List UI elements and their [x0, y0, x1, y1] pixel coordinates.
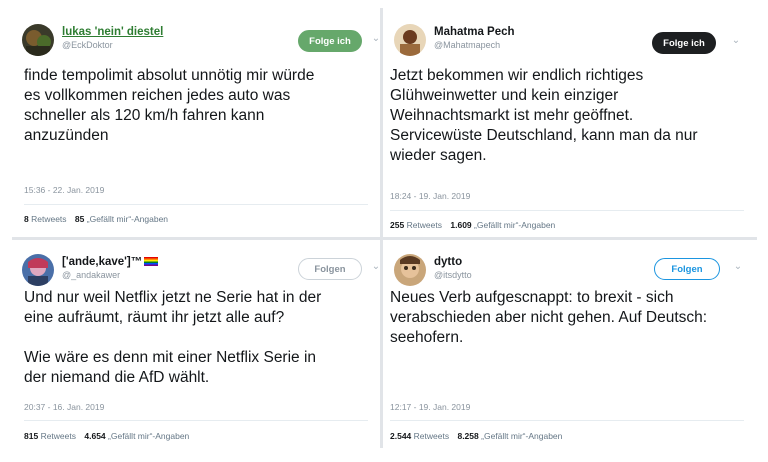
retweet-count[interactable]: 255 [390, 220, 404, 230]
tweet-card-4: dytto @itsdytto Folgen ⌄ Neues Verb aufg… [384, 244, 760, 454]
like-count[interactable]: 8.258 [457, 431, 478, 441]
like-count[interactable]: 1.609 [450, 220, 471, 230]
follow-button[interactable]: Folge ich [652, 32, 716, 54]
tweet-stats: 815 Retweets 4.654 „Gefällt mir“-Angaben [24, 431, 189, 441]
chevron-down-icon[interactable]: ⌄ [370, 33, 378, 45]
divider [390, 420, 744, 421]
tweet-timestamp[interactable]: 20:37 - 16. Jan. 2019 [24, 402, 104, 412]
tweet-card-3: ['ande,kave']™ @_andakawer Folgen ⌄ Und … [12, 244, 378, 454]
tweet-stats: 2.544 Retweets 8.258 „Gefällt mir“-Angab… [390, 431, 562, 441]
tweet-stats: 255 Retweets 1.609 „Gefällt mir“-Angaben [390, 220, 555, 230]
like-label: „Gefällt mir“-Angaben [474, 220, 556, 230]
tweet-text: finde tempolimit absolut unnötig mir wür… [24, 67, 315, 144]
vertical-divider [380, 8, 383, 448]
tweet-text: Neues Verb aufgescnappt: to brexit - sic… [390, 289, 708, 346]
divider [24, 204, 368, 205]
tweet-text: Jetzt bekommen wir endlich richtiges Glü… [390, 67, 698, 164]
chevron-down-icon[interactable]: ⌄ [730, 35, 742, 47]
tweet-timestamp[interactable]: 15:36 - 22. Jan. 2019 [24, 185, 104, 195]
user-handle[interactable]: @Mahatmapech [434, 40, 515, 50]
display-name[interactable]: Mahatma Pech [434, 26, 515, 38]
like-label: „Gefällt mir“-Angaben [108, 431, 190, 441]
user-handle[interactable]: @EckDoktor [62, 40, 163, 50]
like-label: „Gefällt mir“-Angaben [86, 214, 169, 224]
avatar[interactable] [22, 254, 54, 286]
display-name[interactable]: lukas 'nein' diestel [62, 26, 163, 38]
tweet-timestamp[interactable]: 12:17 - 19. Jan. 2019 [390, 402, 470, 412]
retweet-label: Retweets [40, 431, 76, 441]
like-label: „Gefällt mir“-Angaben [481, 431, 563, 441]
like-count[interactable]: 4.654 [84, 431, 105, 441]
retweet-label: Retweets [31, 214, 67, 224]
avatar[interactable] [22, 24, 54, 56]
tweet-text: Und nur weil Netflix jetzt ne Serie hat … [24, 289, 322, 386]
user-handle[interactable]: @_andakawer [62, 270, 158, 280]
tweet-header: lukas 'nein' diestel @EckDoktor Folge ic… [22, 24, 378, 64]
display-name[interactable]: dytto [434, 256, 472, 268]
tweet-header: Mahatma Pech @Mahatmapech Folge ich ⌄ [394, 24, 750, 64]
chevron-down-icon[interactable]: ⌄ [370, 261, 378, 273]
like-count[interactable]: 85 [75, 214, 84, 224]
rainbow-flag-icon [144, 257, 159, 267]
user-handle[interactable]: @itsdytto [434, 270, 472, 280]
follow-button[interactable]: Folge ich [298, 30, 362, 52]
follow-button[interactable]: Folgen [298, 258, 362, 280]
avatar[interactable] [394, 254, 426, 286]
retweet-label: Retweets [406, 220, 442, 230]
divider [24, 420, 368, 421]
tweet-card-1: lukas 'nein' diestel @EckDoktor Folge ic… [12, 14, 378, 236]
tweet-stats: 8 Retweets 85 „Gefällt mir“-Angaben [24, 214, 168, 224]
horizontal-divider [12, 237, 757, 240]
retweet-count[interactable]: 2.544 [390, 431, 411, 441]
divider [390, 210, 744, 211]
tweet-timestamp[interactable]: 18:24 - 19. Jan. 2019 [390, 191, 470, 201]
follow-button[interactable]: Folgen [654, 258, 720, 280]
avatar[interactable] [394, 24, 426, 56]
display-name[interactable]: ['ande,kave']™ [62, 256, 159, 268]
tweet-card-2: Mahatma Pech @Mahatmapech Folge ich ⌄ Je… [384, 14, 760, 236]
retweet-label: Retweets [413, 431, 450, 441]
retweet-count[interactable]: 815 [24, 431, 38, 441]
retweet-count[interactable]: 8 [24, 214, 29, 224]
chevron-down-icon[interactable]: ⌄ [732, 261, 744, 273]
